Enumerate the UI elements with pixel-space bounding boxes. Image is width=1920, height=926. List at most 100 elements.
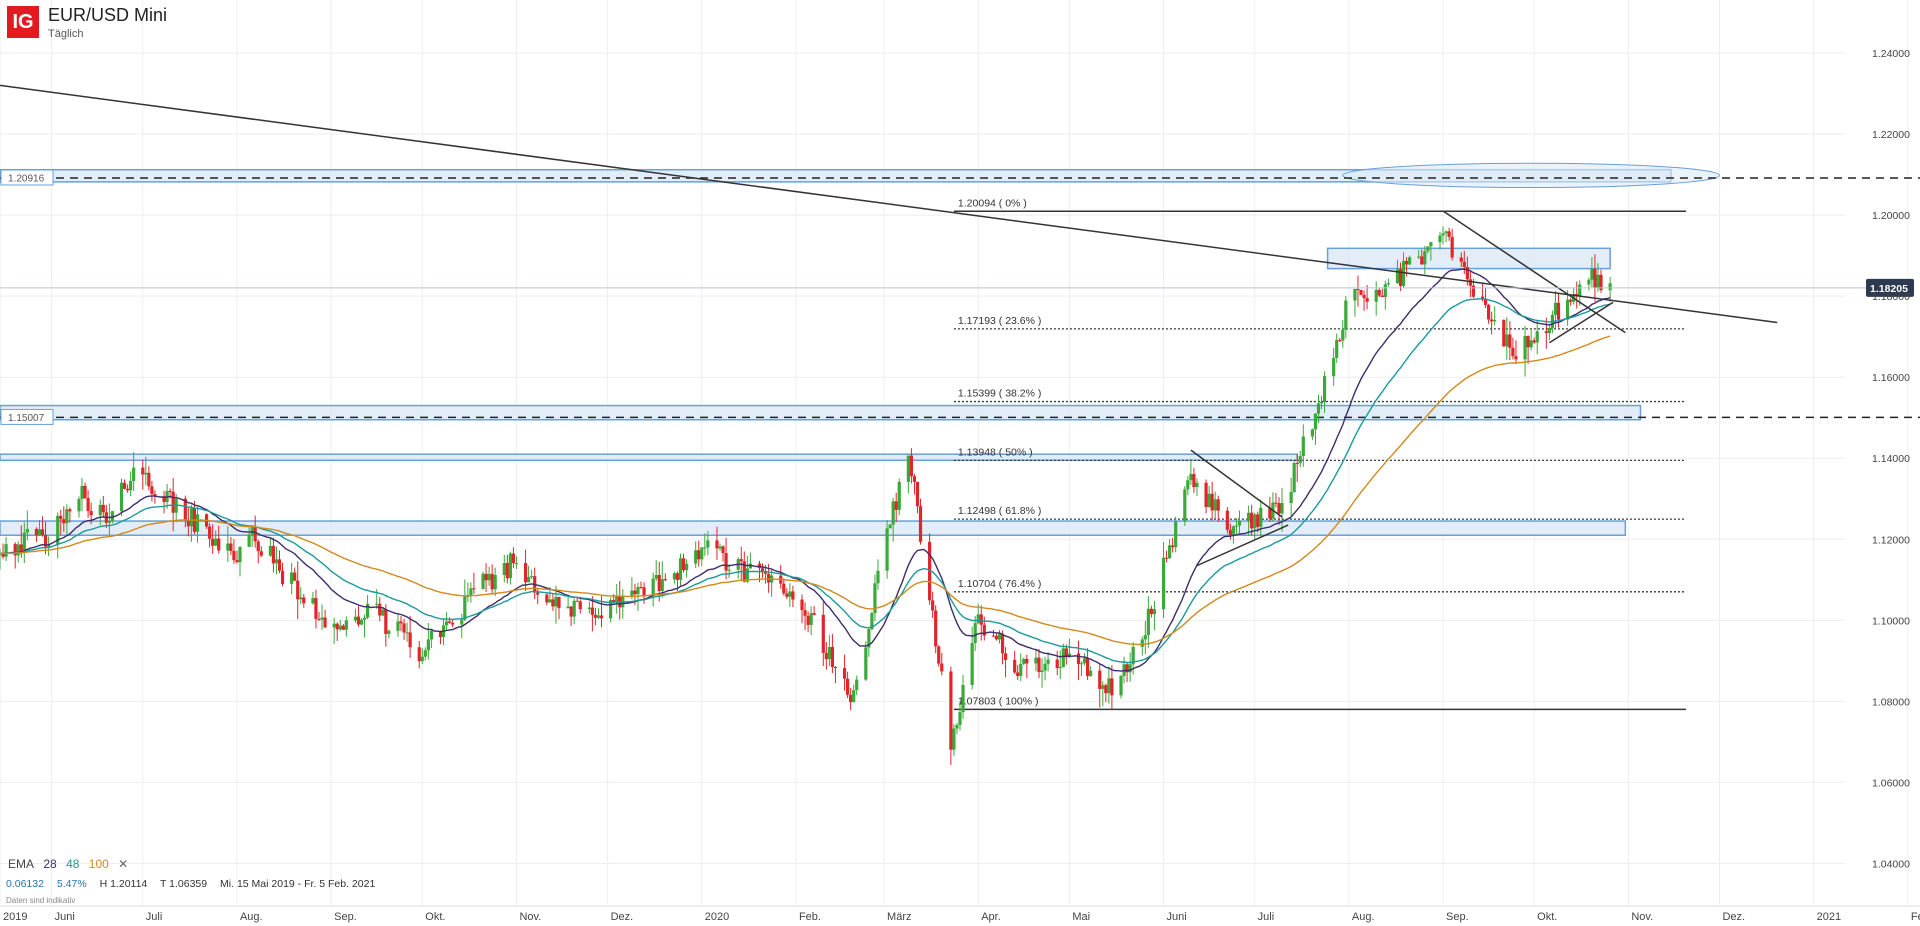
candle-body: [715, 540, 719, 549]
candle-body: [697, 550, 701, 560]
candle-body: [493, 575, 497, 590]
candle-body: [1146, 608, 1150, 636]
candle-body: [40, 529, 45, 536]
candle-body: [98, 504, 102, 516]
candle-body: [994, 635, 999, 640]
instrument-title[interactable]: EUR/USD Mini: [48, 5, 167, 26]
candle-body: [1037, 657, 1041, 672]
candle-body: [311, 598, 315, 604]
candle-body: [217, 538, 221, 551]
candle-body: [25, 528, 29, 533]
change-percent: 5.47%: [56, 878, 87, 890]
y-tick-label: 1.14000: [1872, 453, 1910, 465]
candle-body: [1587, 279, 1591, 285]
candle-body: [195, 514, 200, 532]
candle-body: [551, 599, 555, 607]
change-value: 0.06132: [6, 878, 44, 890]
candle-body: [1237, 520, 1242, 526]
candle-body: [1171, 545, 1175, 548]
candle-body: [1104, 685, 1108, 694]
level-tag-text: 1.20916: [8, 173, 45, 184]
candle-body: [1404, 260, 1409, 265]
candle-body: [1459, 257, 1463, 262]
candle-body: [4, 544, 8, 557]
ema-48-label[interactable]: 48: [66, 857, 79, 871]
fib-level-label: 1.13948 ( 50% ): [958, 446, 1033, 458]
candle-body: [1247, 512, 1251, 521]
candle-body: [1040, 670, 1044, 672]
ema-28-label[interactable]: 28: [43, 857, 56, 871]
x-tick-label: Mai: [1072, 911, 1090, 923]
candle-body: [423, 650, 427, 657]
candle-body: [1526, 335, 1530, 348]
y-tick-label: 1.18000: [1872, 291, 1910, 303]
candle-body: [684, 563, 689, 571]
candle-body: [824, 652, 828, 660]
candle-body: [934, 610, 938, 647]
candle-body: [208, 526, 212, 539]
candle-body: [1174, 521, 1178, 548]
candle-body: [1292, 463, 1296, 493]
candle-body: [1508, 334, 1512, 348]
candle-body: [1578, 284, 1582, 296]
candle-body: [271, 545, 276, 564]
candle-body: [62, 519, 66, 524]
candle-body: [876, 570, 880, 584]
price-chart[interactable]: 1.20916 1.15007 1.20094 ( 0% ) 1.17193 ( 23…: [0, 0, 1920, 926]
candle-body: [1280, 503, 1284, 514]
candle-body: [842, 668, 847, 679]
close-indicator-icon[interactable]: ✕: [118, 857, 128, 871]
candle-body: [1313, 413, 1318, 430]
candle-body: [34, 528, 39, 536]
candle-body: [651, 578, 655, 596]
candle-body: [1511, 347, 1515, 357]
candle-body: [1462, 261, 1466, 268]
candle-body: [1565, 299, 1570, 320]
candle-body: [703, 547, 707, 549]
candle-body: [1058, 667, 1062, 669]
candle-body: [906, 455, 910, 482]
candle-body: [89, 511, 93, 516]
candle-body: [1204, 482, 1208, 507]
candle-body: [408, 632, 412, 648]
ig-logo: IG: [7, 6, 39, 38]
candle-body: [1444, 231, 1448, 234]
candle-body: [1523, 335, 1527, 360]
x-tick-label: Aug.: [240, 911, 263, 923]
candle-body: [1274, 502, 1278, 504]
candle-body: [129, 480, 133, 491]
candle-body: [809, 613, 813, 625]
ema-label[interactable]: EMA: [8, 857, 34, 871]
candle-body: [864, 647, 868, 680]
candle-body: [997, 634, 1002, 640]
candle-body: [293, 572, 297, 581]
candle-body: [1426, 246, 1430, 252]
candle-body: [1316, 403, 1321, 414]
candle-body: [821, 614, 825, 653]
candle-body: [976, 614, 980, 624]
candle-body: [1107, 678, 1111, 694]
candle-body: [845, 678, 850, 695]
candle-body: [402, 623, 406, 633]
candle-body: [654, 575, 658, 579]
candle-body: [885, 528, 889, 571]
candle-body: [59, 515, 63, 520]
candle-body: [1161, 557, 1166, 610]
candle-body: [80, 485, 84, 500]
candle-body: [912, 476, 917, 482]
candle-body: [958, 712, 962, 725]
candle-body: [250, 526, 254, 535]
ema-100-label[interactable]: 100: [89, 857, 109, 871]
x-tick-label: Dez.: [611, 911, 634, 923]
candle-body: [332, 623, 336, 628]
candle-body: [314, 598, 318, 619]
candle-body: [569, 606, 573, 617]
candle-body: [548, 599, 552, 603]
x-tick-label: Dez.: [1722, 911, 1745, 923]
candle-body: [763, 572, 768, 574]
candle-body: [915, 481, 920, 507]
timeframe-label[interactable]: Täglich: [48, 28, 83, 40]
candle-body: [1487, 304, 1491, 320]
candle-body: [1289, 492, 1293, 504]
candle-body: [356, 616, 361, 625]
